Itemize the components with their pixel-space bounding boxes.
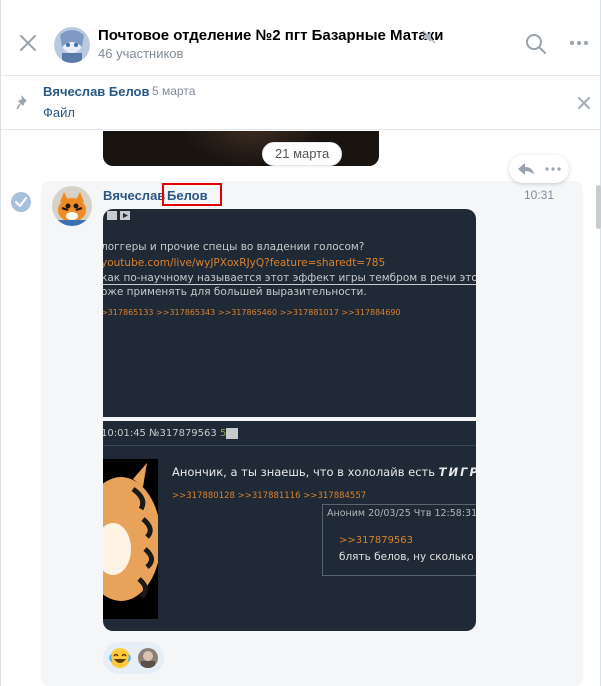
message-actions [509, 155, 569, 183]
chat-members-count[interactable]: 46 участников [98, 46, 183, 61]
reply-icon[interactable] [517, 161, 535, 177]
divider [103, 445, 476, 446]
message-feed: 21 марта Вячеслав Белов 10:31 логгеры и … [1, 131, 600, 686]
reactor-avatar [138, 648, 158, 668]
search-icon[interactable] [525, 33, 547, 55]
post-question: Анончик, а ты знаешь, что в хололайв ест… [172, 465, 476, 479]
image-attachment-2[interactable]: 10:01:45 №317879563 57 Анончик, а ты зна… [103, 421, 476, 631]
reactions-pill[interactable] [103, 642, 164, 674]
laughing-emoji-icon [109, 648, 131, 668]
pinned-text[interactable]: Файл [43, 105, 75, 120]
post-header: 10:01:45 №317879563 57 [103, 428, 233, 439]
chat-window: Почтовое отделение №2 пгт Базарные Матак… [0, 0, 601, 686]
sender-name-last[interactable]: Белов [167, 188, 208, 203]
screenshot-text: оже применять для большей выразительност… [103, 286, 367, 298]
scrollbar[interactable] [596, 185, 601, 229]
post-refs: >>317880128 >>317881116 >>317884557 [172, 491, 367, 501]
screenshot-link: youtube.com/live/wyJPXoxRJyQ?feature=sha… [103, 257, 386, 269]
selected-check-icon[interactable] [11, 192, 31, 212]
pinned-message[interactable]: Вячеслав Белов 5 марта Файл [1, 76, 600, 130]
chat-avatar[interactable] [54, 27, 90, 63]
chat-header: Почтовое отделение №2 пгт Базарные Матак… [1, 0, 600, 76]
date-separator: 21 марта [262, 142, 343, 166]
pin-icon [16, 95, 27, 110]
tiger-image [103, 459, 158, 619]
sender-name-first[interactable]: Вячеслав [103, 188, 165, 203]
more-icon[interactable] [545, 166, 561, 172]
screenshot-refs: >317865133 >>317865343 >>317865460 >>317… [103, 308, 401, 317]
more-options-icon[interactable] [569, 38, 589, 48]
reply-header: Аноним 20/03/25 Чтв 12:58:31 [327, 508, 476, 519]
pinned-date: 5 марта [152, 84, 196, 98]
pinned-author[interactable]: Вячеслав Белов [43, 84, 150, 99]
reply-ref: >>317879563 [339, 535, 414, 546]
media-buttons-icon [107, 211, 130, 220]
muted-icon [422, 30, 436, 44]
screenshot-text: логгеры и прочие спецы во владении голос… [103, 241, 365, 253]
screenshot-text: как по-научному называется этот эффект и… [103, 272, 476, 285]
chat-title[interactable]: Почтовое отделение №2 пгт Базарные Матак… [98, 27, 444, 44]
sender-avatar[interactable] [52, 186, 92, 226]
unpin-close-icon[interactable] [577, 96, 591, 110]
close-icon[interactable] [17, 32, 39, 54]
image-attachment-1[interactable]: логгеры и прочие спецы во владении голос… [103, 209, 476, 417]
reply-text: блять белов, ну сколько м [339, 551, 476, 563]
message-time: 10:31 [524, 188, 555, 202]
play-icon [226, 428, 238, 439]
